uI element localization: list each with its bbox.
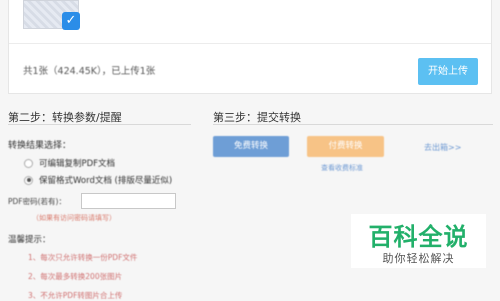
option-word-doc[interactable]: 保留格式Word文档 (排版尽量近似)	[24, 174, 172, 186]
free-convert-button[interactable]: 免费转换	[213, 136, 289, 157]
tip-item: 1、每次只允许转换一份PDF文件	[28, 253, 138, 262]
uploaded-image-thumbnail[interactable]: ✓	[23, 0, 80, 30]
password-hint: （如果有访问密码请填写）	[32, 214, 116, 222]
step3-title: 第三步：提交转换	[213, 111, 301, 124]
divider	[9, 43, 491, 44]
tips-label: 温馨提示：	[8, 235, 51, 245]
more-link[interactable]: 去出箱>>	[424, 142, 461, 153]
start-upload-button[interactable]: 开始上传	[418, 58, 478, 85]
pricing-link[interactable]: 查看收费标准	[321, 163, 363, 173]
watermark-logo: 百科全说 助你轻松解决	[351, 214, 486, 268]
upload-panel: ✓ 共1张（424.45K），已上传1张 开始上传	[8, 0, 492, 94]
option-editable-pdf[interactable]: 可编辑复制PDF文档	[24, 157, 115, 169]
upload-status-text: 共1张（424.45K），已上传1张	[23, 66, 156, 77]
tip-item: 2、每次最多转换200张图片	[28, 272, 123, 281]
pdf-password-input[interactable]	[81, 193, 176, 209]
radio-button-selected[interactable]	[24, 175, 33, 185]
pdf-password-label: PDF密码(若有)：	[8, 197, 66, 206]
radio-button[interactable]	[24, 158, 33, 168]
divider	[8, 124, 191, 125]
check-icon: ✓	[62, 12, 80, 30]
watermark-title: 百科全说	[368, 223, 469, 251]
result-type-label: 转换结果选择：	[8, 141, 72, 151]
watermark-subtitle: 助你轻松解决	[382, 252, 455, 265]
step2-title: 第二步：转换参数/提醒	[8, 111, 122, 124]
option-label: 保留格式Word文档 (排版尽量近似)	[39, 176, 173, 186]
divider	[213, 124, 493, 125]
paid-convert-button[interactable]: 付费转换	[307, 136, 384, 157]
option-label: 可编辑复制PDF文档	[39, 159, 116, 169]
